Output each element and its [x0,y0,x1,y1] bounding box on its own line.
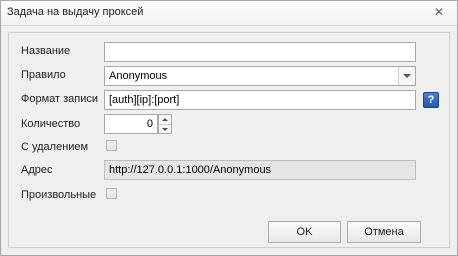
ok-button[interactable]: OK [268,221,341,243]
window-title: Задача на выдачу проксей [7,6,144,18]
with-delete-label: С удалением [21,141,89,153]
address-field[interactable]: http://127.0.0.1:1000/Anonymous [104,160,416,180]
dialog-window: Задача на выдачу проксей ✕ Название Прав… [0,0,458,256]
dropdown-button[interactable] [398,67,415,85]
arrow-up-icon [162,118,168,121]
format-label: Формат записи [21,93,99,105]
stepper-down[interactable] [159,124,171,134]
help-icon[interactable]: ? [423,92,439,108]
close-icon[interactable]: ✕ [433,6,445,18]
format-input[interactable]: [auth][ip]:[port] [104,90,416,110]
chevron-down-icon [403,74,411,78]
name-label: Название [21,45,71,57]
count-input[interactable]: 0 [104,114,158,134]
arbitrary-label: Произвольные [21,189,97,201]
with-delete-checkbox[interactable] [106,140,117,151]
rule-label: Правило [21,69,66,81]
arbitrary-checkbox[interactable] [106,188,117,199]
rule-select[interactable]: Anonymous [104,66,416,86]
count-label: Количество [21,118,81,130]
address-label: Адрес [21,164,53,176]
count-stepper[interactable] [158,114,172,134]
stepper-up[interactable] [159,115,171,124]
arrow-down-icon [162,128,168,131]
title-bar: Задача на выдачу проксей ✕ [1,1,457,26]
cancel-button[interactable]: Отмена [347,221,421,243]
rule-select-value: Anonymous [109,70,168,82]
form-panel: Название Правило Anonymous Формат записи… [8,32,450,248]
name-input[interactable] [104,42,416,62]
